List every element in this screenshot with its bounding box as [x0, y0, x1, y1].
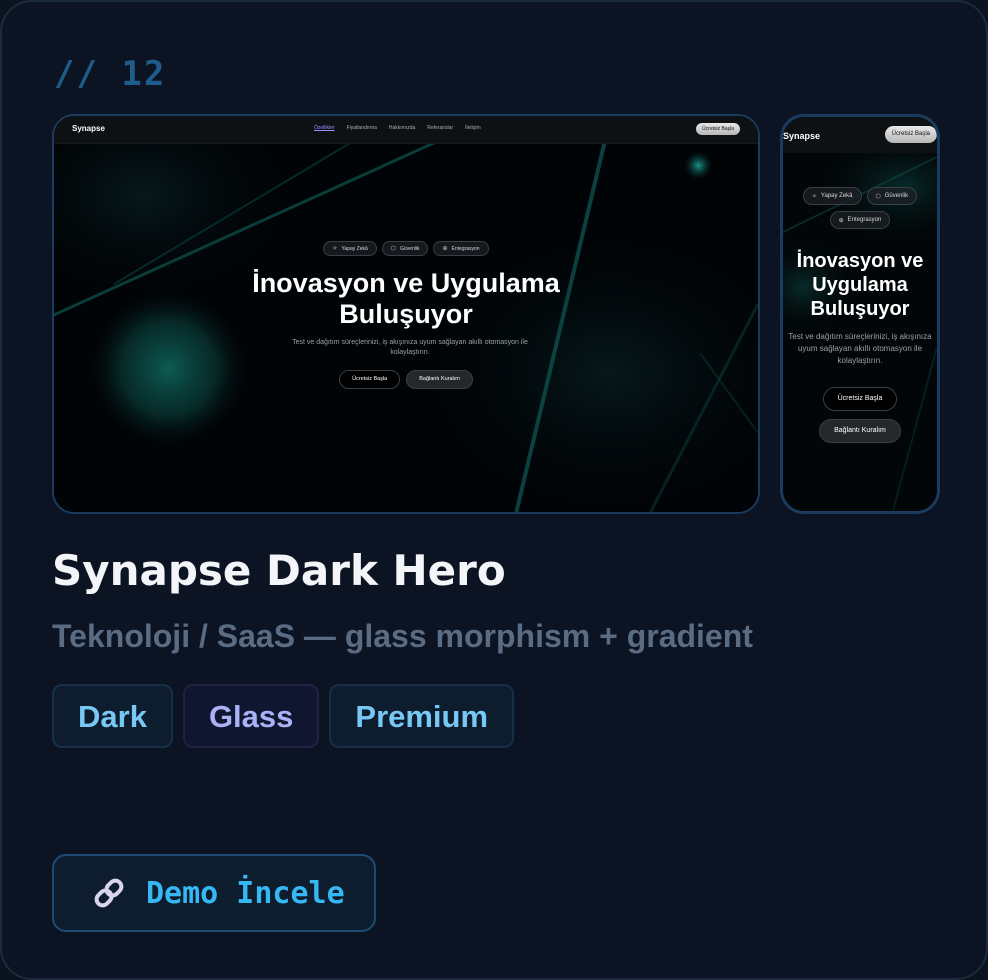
mobile-hero-title: İnovasyon ve Uygulama Buluşuyor [783, 249, 937, 321]
shield-icon: ⬡ [390, 246, 397, 252]
mobile-pill-ai-label: Yapay Zekâ [820, 193, 853, 199]
pill-ai-label: Yapay Zekâ [341, 245, 368, 252]
desktop-hero-subtitle-line2: kolaylaştırın. [390, 349, 430, 356]
pill-integration-label: Entegrasyon [451, 245, 480, 252]
sparkle-icon: ✧ [332, 246, 338, 252]
mobile-hero-title-line3: Buluşuyor [810, 298, 910, 320]
mobile-pill-security-label: Güvenlik [884, 193, 909, 199]
mobile-hero-title-line2: Uygulama [812, 274, 908, 296]
tag-dark: Dark [52, 684, 173, 748]
desktop-start-free-button[interactable]: Ücretsiz Başla [339, 370, 401, 389]
mobile-connect-button[interactable]: Bağlantı Kuralım [819, 419, 901, 443]
globe-icon: ⊕ [442, 246, 448, 252]
nav-link-features[interactable]: Özellikler [314, 125, 335, 131]
desktop-hero-subtitle-line1: Test ve dağıtım süreçlerinizi, iş akışın… [292, 339, 528, 346]
desktop-nav-cta-button[interactable]: Ücretsiz Başla [696, 123, 740, 135]
desktop-hero-subtitle: Test ve dağıtım süreçlerinizi, iş akışın… [280, 338, 540, 358]
mobile-pill-integration: ⊕ Entegrasyon [829, 211, 891, 229]
nav-link-about[interactable]: Hakkımızda [389, 125, 415, 131]
nav-link-contact[interactable]: İletişim [465, 125, 481, 131]
demo-button[interactable]: Demo İncele [52, 854, 376, 932]
mobile-navbar: Synapse Ücretsiz Başla [783, 117, 937, 153]
shield-icon: ⬡ [875, 193, 881, 200]
desktop-preview[interactable]: Synapse Özellikler Fiyatlandırma Hakkımı… [52, 114, 760, 514]
desktop-hero-title-line1: İnovasyon ve Uygulama [252, 268, 560, 298]
pill-security-label: Güvenlik [400, 245, 420, 252]
desktop-nav-links: Özellikler Fiyatlandırma Hakkımızda Refe… [314, 125, 481, 131]
card-subtitle: Teknoloji / SaaS — glass morphism + grad… [52, 618, 753, 654]
card-index: // 12 [54, 54, 167, 94]
desktop-feature-pills: ✧ Yapay Zekâ ⬡ Güvenlik ⊕ Entegrasyon [54, 241, 758, 256]
desktop-hero-title: İnovasyon ve Uygulama Buluşuyor [54, 268, 758, 330]
tag-premium: Premium [329, 684, 515, 748]
tag-list: Dark Glass Premium [52, 684, 515, 748]
desktop-logo[interactable]: Synapse [72, 124, 105, 133]
template-card: // 12 Synapse Özellikler Fiyatlandırma H… [0, 0, 988, 980]
tag-glass: Glass [182, 684, 320, 748]
mobile-hero-subtitle-line3: kolaylaştırın. [837, 356, 883, 365]
mobile-hero-subtitle: Test ve dağıtım süreçlerinizi, iş akışın… [783, 331, 937, 367]
mobile-feature-pills: ✧ Yapay Zekâ ⬡ Güvenlik ⊕ Entegrasyon [783, 187, 937, 229]
mobile-pill-security: ⬡ Güvenlik [866, 187, 918, 205]
mobile-hero-buttons: Ücretsiz Başla Bağlantı Kuralım [783, 387, 937, 443]
mobile-preview[interactable]: Synapse Ücretsiz Başla ✧ Yapay Zekâ ⬡ Gü… [780, 114, 940, 514]
demo-button-label: Demo İncele [146, 875, 345, 911]
nav-link-pricing[interactable]: Fiyatlandırma [347, 125, 377, 131]
desktop-hero-buttons: Ücretsiz Başla Bağlantı Kuralım [54, 370, 758, 389]
mobile-pill-ai: ✧ Yapay Zekâ [802, 187, 862, 205]
desktop-hero-title-line2: Buluşuyor [339, 299, 473, 329]
desktop-connect-button[interactable]: Bağlantı Kuralım [406, 370, 473, 389]
pill-integration: ⊕ Entegrasyon [433, 241, 489, 256]
desktop-navbar: Synapse Özellikler Fiyatlandırma Hakkımı… [54, 116, 758, 144]
mobile-hero-title-line1: İnovasyon ve [796, 250, 924, 272]
mobile-hero-subtitle-line2: uyum sağlayan akıllı otomasyon ile [797, 344, 923, 353]
mobile-nav-cta-button[interactable]: Ücretsiz Başla [884, 126, 937, 143]
sparkle-icon: ✧ [811, 193, 817, 200]
mobile-start-free-button[interactable]: Ücretsiz Başla [822, 387, 898, 411]
mobile-logo[interactable]: Synapse [783, 131, 820, 141]
mobile-pill-integration-label: Entegrasyon [847, 217, 882, 223]
nav-link-references[interactable]: Referanslar [427, 125, 453, 131]
pill-ai: ✧ Yapay Zekâ [323, 241, 377, 256]
link-icon [94, 878, 124, 908]
pill-security: ⬡ Güvenlik [381, 241, 429, 256]
mobile-hero-subtitle-line1: Test ve dağıtım süreçlerinizi, iş akışın… [788, 332, 932, 341]
card-title: Synapse Dark Hero [52, 546, 506, 595]
globe-icon: ⊕ [838, 217, 844, 224]
